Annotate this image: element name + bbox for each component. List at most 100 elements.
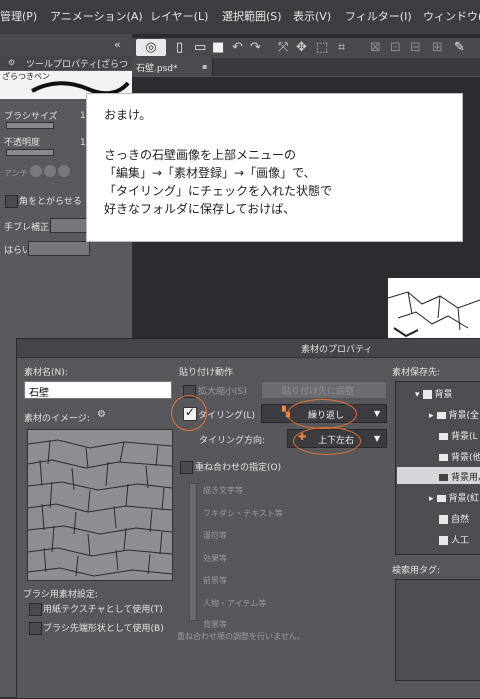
menu-layer[interactable]: レイヤー(L) (150, 8, 208, 24)
material-properties-dialog: 素材のプロパティ 素材名(N): 石壁 素材のイメージ: ⚙ ブラシ用素材設定:… (16, 338, 480, 699)
tree-item-bg-red[interactable]: ▸ 背景(紅 (429, 491, 479, 504)
scale-mode-label: 貼り付け先に調整 (282, 387, 355, 397)
search-tag-label: 検索用タグ: (392, 566, 441, 576)
menu-animation[interactable]: アニメーション(A) (50, 8, 143, 24)
deselect-icon[interactable]: ⊠ (370, 40, 381, 55)
tool-panel-tab[interactable]: ⚙ ツールプロパティ[ざらつき (0, 56, 132, 83)
paper-texture-label: 用紙テクスチャとして使用(T) (43, 605, 163, 615)
menu-filter[interactable]: フィルター(I) (345, 8, 412, 24)
antialias-selector[interactable] (30, 164, 84, 178)
collapse-icon[interactable]: « (114, 38, 121, 51)
menu-view[interactable]: 表示(V) (293, 8, 331, 24)
overlay-slider[interactable] (189, 483, 197, 621)
new-file-icon[interactable]: ▯ (176, 40, 183, 55)
material-folder-icon (422, 390, 432, 399)
chevron-down-icon: ▼ (374, 409, 381, 418)
callout-line-1: おまけ。 (104, 108, 152, 122)
save-icon[interactable]: ■ (212, 40, 224, 55)
folder-icon (436, 412, 446, 419)
save-destination-label: 素材保存先: (392, 368, 441, 378)
tree-item-nature[interactable]: 自然 (439, 512, 469, 525)
overlay-item-3: 漫符等 (203, 531, 227, 540)
command-bar: ◎ ▯ ▭ ■ ↶ ↷ ⤧ ✥ ⬚ ⌗ ⊠ ⊡ ⊟ ⊞ ✎ (132, 38, 480, 58)
menu-selection[interactable]: 選択範囲(S) (222, 8, 282, 24)
antialias-label: アンチ (4, 169, 28, 178)
overlay-note: 重ね合わせ順の調整を行いません。 (177, 632, 305, 641)
overlay-item-4: 効果等 (203, 554, 227, 563)
brush-tip-checkbox[interactable] (29, 622, 42, 635)
chevron-down-icon: ▼ (374, 434, 381, 443)
highlight-tiling-checkbox (171, 395, 207, 431)
overlay-item-2: フキダシ・テキスト等 (203, 509, 283, 518)
material-image-preview (27, 429, 173, 581)
paste-behavior-label: 貼り付け動作 (179, 368, 234, 378)
transform-icon[interactable]: ⤧ (278, 40, 288, 55)
tiling-direction-label: タイリング方向: (199, 436, 266, 446)
doc-tab[interactable]: 石壁.psd* ▪ (132, 58, 213, 76)
folder-icon (439, 474, 448, 481)
shrink-icon[interactable]: ⊞ (432, 40, 443, 55)
image-settings-icon[interactable]: ⚙ (97, 409, 106, 420)
brush-size-slider[interactable] (6, 122, 54, 129)
expand-icon[interactable]: ⊟ (410, 40, 421, 55)
search-tag-list[interactable] (395, 579, 480, 681)
highlight-tiling-mode (287, 399, 357, 429)
close-tab-icon[interactable]: ▪ (202, 62, 207, 71)
tool-panel-header: « (0, 34, 132, 56)
pen-icon[interactable]: ✎ (454, 40, 465, 55)
redo-icon[interactable]: ↷ (250, 40, 261, 55)
brush-settings-label: ブラシ用素材設定: (23, 590, 98, 600)
undo-icon[interactable]: ↶ (232, 40, 243, 55)
material-image-label: 素材のイメージ: (24, 414, 90, 424)
highlight-tiling-direction (293, 427, 361, 455)
stabilizer-label: 手ブレ補正 (4, 223, 50, 233)
scale-label: 拡大縮小(S) (198, 387, 247, 397)
stone-texture (27, 439, 173, 577)
overlay-checkbox[interactable] (180, 461, 193, 474)
collapsed-icon: ▸ (429, 494, 434, 504)
callout-line-4: 「編集」→「素材登録」→「画像」で、 (104, 166, 316, 180)
expanded-icon: ▾ (415, 390, 420, 400)
move-icon[interactable]: ✥ (296, 40, 307, 55)
crop-icon[interactable]: ⌗ (338, 40, 345, 55)
tree-item-artificial[interactable]: 人工 (439, 533, 469, 546)
material-name-value: 石壁 (29, 388, 49, 399)
select-icon[interactable]: ⬚ (316, 40, 328, 55)
dialog-title: 素材のプロパティ (301, 345, 373, 355)
dialog-titlebar[interactable]: 素材のプロパティ (17, 339, 480, 358)
overlay-item-6: 人物・アイテム等 (203, 599, 267, 608)
tree-item-bg-l[interactable]: 背景(L (439, 429, 478, 442)
tree-item-background[interactable]: ▾ 背景 (415, 387, 453, 400)
material-folder-icon (439, 536, 448, 545)
tree-item-bg-use[interactable]: 背景用ん (439, 470, 480, 483)
callout-line-6: 好きなフォルダに保存しておけば、 (104, 202, 296, 216)
paper-texture-checkbox[interactable] (29, 603, 42, 616)
folder-icon (436, 495, 446, 502)
open-file-icon[interactable]: ▭ (194, 40, 206, 55)
opacity-slider[interactable] (6, 149, 54, 156)
flow-slider[interactable] (28, 241, 90, 256)
corner-checkbox[interactable] (5, 195, 18, 208)
scale-mode-button[interactable]: 貼り付け先に調整 (261, 381, 387, 399)
stone-wall-sketch (387, 291, 480, 338)
invert-icon[interactable]: ⊡ (390, 40, 401, 55)
callout-line-3: さっきの石壁画像を上部メニューの (104, 148, 297, 162)
canvas-image (387, 278, 480, 340)
corner-label: 角をとがらせる (19, 197, 82, 207)
opacity-label: 不透明度 (4, 138, 41, 148)
folder-icon (439, 454, 448, 461)
tree-item-bg-all[interactable]: ▸ 背景(全 (429, 408, 479, 421)
app-logo-icon[interactable]: ◎ (136, 39, 166, 56)
tree-item-bg-other[interactable]: 背景(他 (439, 450, 480, 463)
folder-icon (439, 433, 448, 440)
material-name-input[interactable]: 石壁 (24, 381, 172, 399)
menu-window[interactable]: ウィンドウ(W (423, 8, 480, 24)
overlay-item-1: 描き文字等 (203, 486, 243, 495)
material-folder-icon (439, 515, 448, 524)
doc-tab-label: 石壁.psd* (136, 64, 178, 74)
menu-manage[interactable]: 管理(P) (0, 8, 37, 24)
overlay-label: 重ね合わせの指定(O) (195, 463, 282, 473)
material-name-label: 素材名(N): (24, 368, 68, 378)
overlay-item-5: 前景等 (203, 576, 227, 585)
annotation-callout: おまけ。 さっきの石壁画像を上部メニューの 「編集」→「素材登録」→「画像」で、… (86, 93, 463, 242)
